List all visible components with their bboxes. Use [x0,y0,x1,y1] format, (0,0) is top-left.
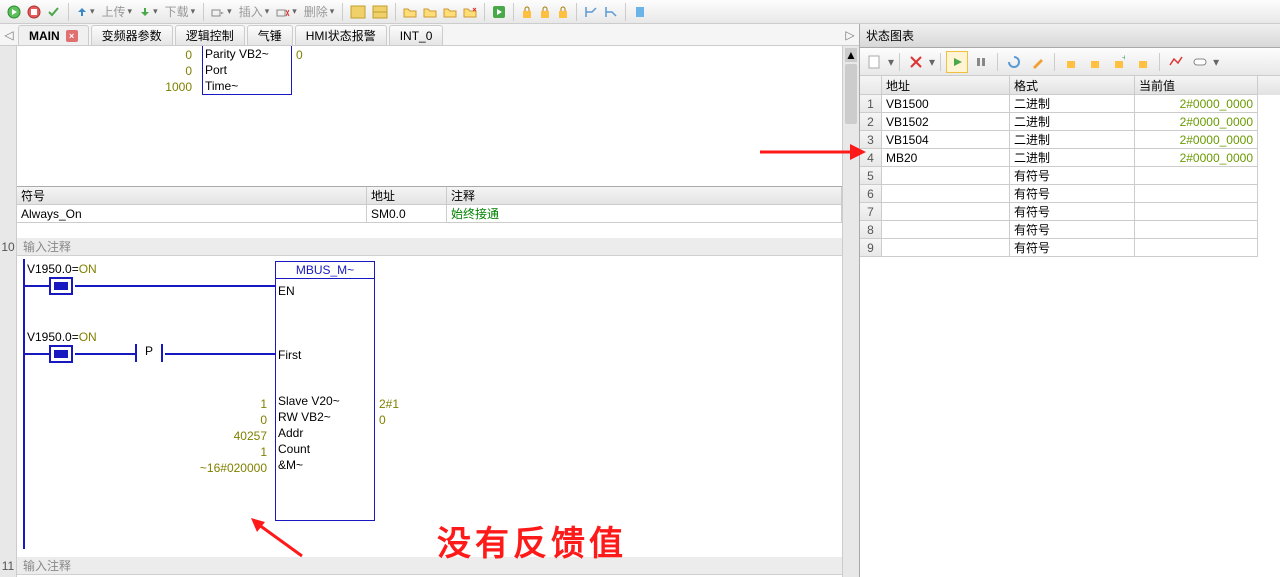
new-icon[interactable] [864,51,886,73]
table-row[interactable]: 4 MB20 二进制 2#0000_0000 [860,149,1280,167]
positive-edge[interactable]: P [135,344,163,362]
table-row[interactable]: 9 有符号 [860,239,1280,257]
upload-icon[interactable] [73,5,98,19]
annotation-text: 没有反馈值 [437,516,627,565]
lock-icon[interactable] [1060,51,1082,73]
status-chart-title: 状态图表 [860,24,1280,48]
upload-button[interactable]: 上传 [98,2,137,21]
stop-icon[interactable] [24,4,44,20]
status-grid: 地址 格式 当前值 1 VB1500 二进制 2#0000_00002 VB15… [860,76,1280,577]
tab-int0[interactable]: INT_0 [389,25,444,45]
folder-x-icon[interactable] [460,5,480,19]
network-comment-11[interactable]: 输入注释 [17,557,842,575]
table-row[interactable]: 8 有符号 [860,221,1280,239]
go-icon[interactable] [489,4,509,20]
vertical-scrollbar[interactable]: ▲ [842,46,859,577]
folder-icon-3[interactable] [440,5,460,19]
table-row[interactable]: Always_On SM0.0 始终接通 [17,205,842,223]
lock-icon-3[interactable] [554,4,572,20]
svg-text:+: + [1122,55,1125,62]
tab-scroll-left[interactable]: ◁ [0,25,18,45]
lock-icon-1[interactable] [518,4,536,20]
network-number-10: 10 [0,240,16,254]
table-row[interactable]: 1 VB1500 二进制 2#0000_0000 [860,95,1280,113]
tool-icon-1[interactable] [347,4,369,20]
col-address: 地址 [367,187,447,205]
table-row[interactable]: 2 VB1502 二进制 2#0000_0000 [860,113,1280,131]
monitor-pause-icon[interactable] [970,51,992,73]
annotation-arrow-2 [758,132,868,168]
annotation-arrow-1 [247,516,307,560]
tab-scroll-right[interactable]: ▷ [841,25,859,45]
lock-icon-2[interactable] [536,4,554,20]
col-value: 当前值 [1135,76,1258,95]
col-address: 地址 [882,76,1010,95]
tag-icon[interactable] [1189,51,1211,73]
download-icon[interactable] [136,5,161,19]
delete-row-icon[interactable] [905,51,927,73]
table-row[interactable]: 7 有符号 [860,203,1280,221]
edit-icon[interactable] [1027,51,1049,73]
function-block-top[interactable]: Parity VB2~ Port Time~ [202,46,292,95]
table-row[interactable]: 3 VB1504 二进制 2#0000_0000 [860,131,1280,149]
col-format: 格式 [1010,76,1135,95]
function-block-mbus[interactable]: MBUS_M~ EN First Slave V20~ RW VB2~ Addr… [275,261,375,521]
network-comment-10[interactable]: 输入注释 [17,238,842,256]
power-rail [23,259,25,549]
tab-hammer[interactable]: 气锤 [247,25,293,45]
table-row[interactable]: 5 有符号 [860,167,1280,185]
bookmark-icon[interactable] [630,4,650,20]
monitor-run-icon[interactable] [946,51,968,73]
var-label: V1950.0=ON [27,330,97,344]
delete-button[interactable]: 删除 [300,2,339,21]
run-icon[interactable] [4,4,24,20]
branch-down-icon[interactable] [601,4,621,20]
delete-icon[interactable] [273,5,300,19]
editor-gutter: 10 11 [0,46,17,577]
download-button[interactable]: 下载 [161,2,200,21]
close-icon[interactable]: × [66,30,78,42]
main-toolbar: 上传 下载 插入 删除 [0,0,1280,24]
check-icon[interactable] [44,4,64,20]
tab-inverter[interactable]: 变频器参数 [91,25,173,45]
folder-open-icon[interactable] [400,5,420,19]
status-chart-toolbar: ▾ ▾ + ▾ [860,48,1280,76]
symbol-table: 符号 地址 注释 Always_On SM0.0 始终接通 [17,186,842,223]
lock-x-icon[interactable] [1132,51,1154,73]
ladder-editor[interactable]: 10 11 ▲ Parity VB2~ Port Time~ 0 0 0 100… [0,46,859,577]
col-comment: 注释 [447,187,842,205]
tab-main[interactable]: MAIN× [18,25,89,45]
table-row[interactable]: 6 有符号 [860,185,1280,203]
tab-logic[interactable]: 逻辑控制 [175,25,245,45]
tab-bar: ◁ MAIN× 变频器参数 逻辑控制 气锤 HMI状态报警 INT_0 ▷ [0,24,859,46]
tab-hmi-alarm[interactable]: HMI状态报警 [295,25,387,45]
insert-icon[interactable] [208,5,235,19]
branch-icon[interactable] [581,4,601,20]
lock-icon-b[interactable] [1084,51,1106,73]
contact-2[interactable] [49,345,73,363]
tool-icon-2[interactable] [369,4,391,20]
network-number-11: 11 [0,559,16,573]
var-label: V1950.0=ON [27,262,97,276]
insert-button[interactable]: 插入 [235,2,274,21]
folder-icon-2[interactable] [420,5,440,19]
refresh-icon[interactable] [1003,51,1025,73]
contact-1[interactable] [49,277,73,295]
lock-plus-icon[interactable]: + [1108,51,1130,73]
col-symbol: 符号 [17,187,367,205]
trend-icon[interactable] [1165,51,1187,73]
